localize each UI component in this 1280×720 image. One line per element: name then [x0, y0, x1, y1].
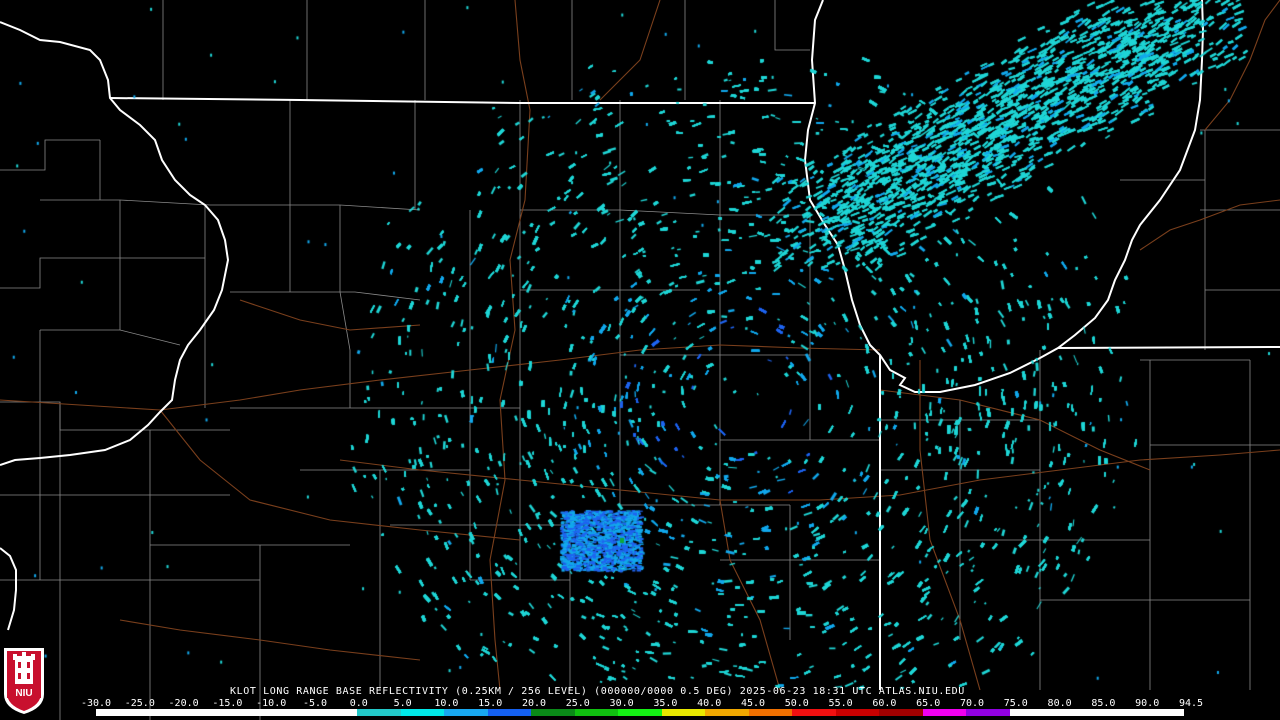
colorbar-swatch	[922, 709, 967, 716]
colorbar-swatch	[139, 709, 184, 716]
colorbar-swatch	[574, 709, 619, 716]
colorbar-swatch	[748, 709, 793, 716]
colorbar-swatch	[357, 709, 401, 716]
colorbar-swatch	[96, 709, 140, 716]
colorbar-swatch	[400, 709, 445, 716]
radar-reflectivity-layer	[0, 0, 1280, 690]
colorbar-swatch	[1009, 709, 1054, 716]
colorbar-swatch	[661, 709, 706, 716]
colorbar-swatch	[270, 709, 314, 716]
colorbar-swatch	[531, 709, 575, 716]
colorbar-swatch	[1140, 709, 1184, 716]
colorbar-swatch	[618, 709, 662, 716]
colorbar-swatch	[1096, 709, 1141, 716]
colorbar-swatch	[966, 709, 1010, 716]
colorbar-swatch	[1053, 709, 1097, 716]
logo-text: NIU	[15, 688, 32, 699]
colorbar-swatch	[444, 709, 488, 716]
product-caption: KLOT LONG RANGE BASE REFLECTIVITY (0.25K…	[230, 686, 965, 697]
colorbar-swatch	[879, 709, 923, 716]
colorbar-swatch	[226, 709, 271, 716]
colorbar-swatch	[487, 709, 532, 716]
colorbar-swatch	[183, 709, 227, 716]
colorbar-swatch	[313, 709, 358, 716]
colorbar-swatch	[835, 709, 880, 716]
colorbar-swatch	[792, 709, 836, 716]
radar-map-view: NIU KLOT LONG RANGE BASE REFLECTIVITY (0…	[0, 0, 1280, 720]
colorbar-swatch	[705, 709, 749, 716]
niu-logo: NIU	[4, 648, 44, 714]
colorbar	[96, 709, 1184, 716]
